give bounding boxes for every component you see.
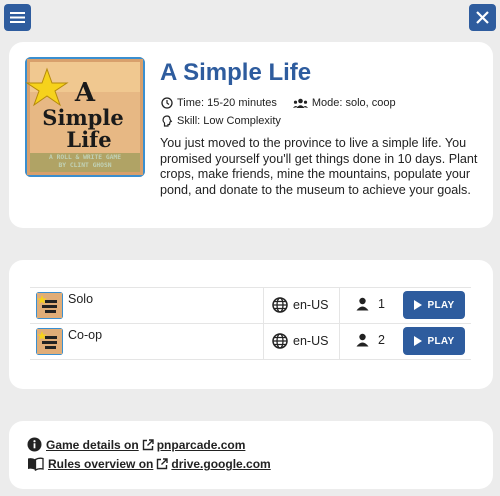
language-label: en-US (293, 334, 329, 348)
column-divider (339, 288, 340, 323)
close-x-icon (476, 11, 489, 24)
mode-thumbnail (36, 328, 63, 355)
user-icon (356, 297, 369, 311)
column-divider (263, 324, 264, 359)
game-title: A Simple Life (160, 59, 312, 86)
mode-thumbnail (36, 292, 63, 319)
table-row: Solo en-US 1 PLAY (30, 288, 471, 324)
game-skill: Skill: Low Complexity (177, 115, 281, 127)
game-meta-row: Time: 15-20 minutes Mode: solo, coop (161, 97, 396, 109)
info-icon (27, 437, 42, 452)
game-cover-image: A Simple Life A ROLL & WRITE GAME BY CLI… (25, 57, 145, 177)
table-row: Co-op en-US 2 PLAY (30, 324, 471, 360)
details-site: pnparcade.com (156, 437, 246, 452)
cover-art: A Simple Life A ROLL & WRITE GAME BY CLI… (25, 57, 145, 177)
game-description: You just moved to the province to live a… (160, 136, 478, 198)
clock-icon (161, 97, 173, 109)
rules-prefix: Rules overview on (48, 457, 154, 471)
cover-title-line1: A (74, 78, 96, 108)
play-solo-button[interactable]: PLAY (403, 291, 465, 319)
mode-players: 1 (356, 297, 385, 311)
mode-language: en-US (272, 297, 328, 313)
game-details-link[interactable]: Game details on pnparcade.com (46, 438, 245, 452)
game-info-card: A Simple Life A ROLL & WRITE GAME BY CLI… (9, 42, 493, 228)
hamburger-menu-icon (10, 12, 25, 23)
book-icon (28, 457, 44, 471)
menu-button[interactable] (4, 4, 31, 31)
modes-table: Solo en-US 1 PLAY Co-op en-US 2 PLAY (30, 287, 471, 360)
mode-players: 2 (356, 333, 385, 347)
play-coop-button[interactable]: PLAY (403, 327, 465, 355)
rules-overview-row: Rules overview on drive.google.com (27, 457, 271, 471)
rules-site: drive.google.com (171, 457, 271, 471)
users-icon (292, 98, 308, 108)
column-divider (263, 288, 264, 323)
game-mode: Mode: solo, coop (311, 97, 396, 109)
play-modes-card: Solo en-US 1 PLAY Co-op en-US 2 PLAY (9, 260, 493, 389)
rules-overview-link[interactable]: Rules overview on drive.google.com (48, 457, 271, 471)
mode-language: en-US (272, 333, 328, 349)
links-card: Game details on pnparcade.com Rules over… (9, 421, 493, 489)
details-prefix: Game details on (46, 437, 139, 452)
play-icon (413, 336, 422, 346)
globe-icon (272, 297, 288, 313)
close-button[interactable] (469, 4, 496, 31)
external-link-icon (157, 458, 169, 470)
player-count: 1 (378, 297, 385, 311)
mode-name: Solo (68, 292, 94, 306)
player-count: 2 (378, 333, 385, 347)
brain-icon (162, 115, 173, 127)
mode-name: Co-op (68, 328, 103, 342)
game-skill-row: Skill: Low Complexity (161, 115, 281, 127)
user-icon (356, 333, 369, 347)
play-label: PLAY (427, 299, 455, 311)
external-link-icon (142, 438, 154, 450)
globe-icon (272, 333, 288, 349)
language-label: en-US (293, 298, 329, 312)
column-divider (339, 324, 340, 359)
game-details-row: Game details on pnparcade.com (27, 437, 245, 452)
cover-title-line3: Life (66, 127, 111, 152)
play-label: PLAY (427, 335, 455, 347)
play-icon (413, 300, 422, 310)
game-time: Time: 15-20 minutes (177, 97, 277, 109)
